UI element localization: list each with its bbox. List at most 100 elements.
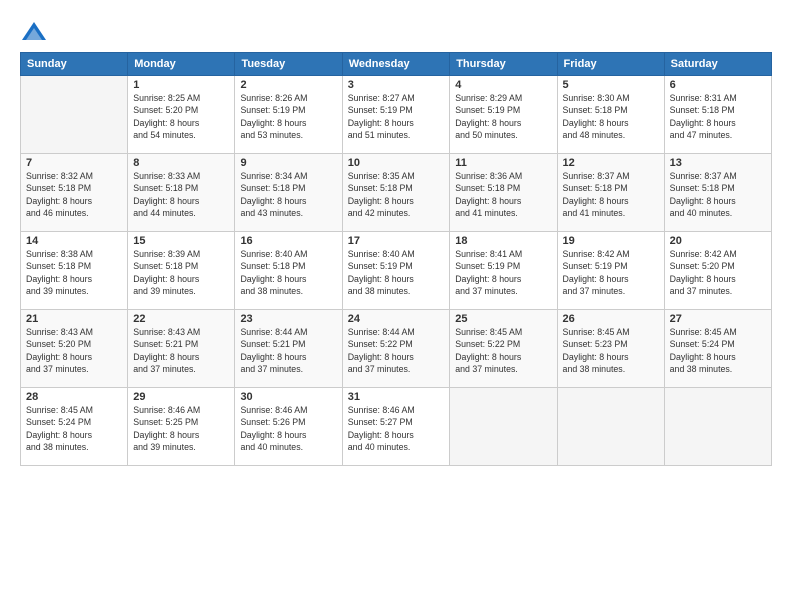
day-info: Sunrise: 8:30 AM Sunset: 5:18 PM Dayligh… <box>563 92 659 141</box>
day-number: 25 <box>455 313 551 325</box>
day-info: Sunrise: 8:42 AM Sunset: 5:19 PM Dayligh… <box>563 248 659 297</box>
week-row-1: 1Sunrise: 8:25 AM Sunset: 5:20 PM Daylig… <box>21 76 772 154</box>
day-number: 11 <box>455 157 551 169</box>
day-number: 6 <box>670 79 766 91</box>
day-info: Sunrise: 8:37 AM Sunset: 5:18 PM Dayligh… <box>563 170 659 219</box>
day-cell: 25Sunrise: 8:45 AM Sunset: 5:22 PM Dayli… <box>450 310 557 388</box>
day-info: Sunrise: 8:29 AM Sunset: 5:19 PM Dayligh… <box>455 92 551 141</box>
day-info: Sunrise: 8:42 AM Sunset: 5:20 PM Dayligh… <box>670 248 766 297</box>
day-cell: 10Sunrise: 8:35 AM Sunset: 5:18 PM Dayli… <box>342 154 450 232</box>
day-info: Sunrise: 8:45 AM Sunset: 5:24 PM Dayligh… <box>26 404 122 453</box>
col-friday: Friday <box>557 53 664 76</box>
day-number: 18 <box>455 235 551 247</box>
day-number: 3 <box>348 79 445 91</box>
day-cell <box>21 76 128 154</box>
day-number: 30 <box>240 391 336 403</box>
day-info: Sunrise: 8:26 AM Sunset: 5:19 PM Dayligh… <box>240 92 336 141</box>
day-info: Sunrise: 8:43 AM Sunset: 5:20 PM Dayligh… <box>26 326 122 375</box>
col-sunday: Sunday <box>21 53 128 76</box>
week-row-3: 14Sunrise: 8:38 AM Sunset: 5:18 PM Dayli… <box>21 232 772 310</box>
header-row: Sunday Monday Tuesday Wednesday Thursday… <box>21 53 772 76</box>
calendar-page: Sunday Monday Tuesday Wednesday Thursday… <box>0 0 792 612</box>
day-cell: 30Sunrise: 8:46 AM Sunset: 5:26 PM Dayli… <box>235 388 342 466</box>
day-info: Sunrise: 8:27 AM Sunset: 5:19 PM Dayligh… <box>348 92 445 141</box>
day-cell: 29Sunrise: 8:46 AM Sunset: 5:25 PM Dayli… <box>128 388 235 466</box>
day-number: 1 <box>133 79 229 91</box>
day-cell: 15Sunrise: 8:39 AM Sunset: 5:18 PM Dayli… <box>128 232 235 310</box>
day-cell: 28Sunrise: 8:45 AM Sunset: 5:24 PM Dayli… <box>21 388 128 466</box>
day-number: 31 <box>348 391 445 403</box>
day-cell: 12Sunrise: 8:37 AM Sunset: 5:18 PM Dayli… <box>557 154 664 232</box>
calendar-table: Sunday Monday Tuesday Wednesday Thursday… <box>20 52 772 466</box>
day-cell: 24Sunrise: 8:44 AM Sunset: 5:22 PM Dayli… <box>342 310 450 388</box>
day-info: Sunrise: 8:43 AM Sunset: 5:21 PM Dayligh… <box>133 326 229 375</box>
day-info: Sunrise: 8:33 AM Sunset: 5:18 PM Dayligh… <box>133 170 229 219</box>
day-info: Sunrise: 8:46 AM Sunset: 5:27 PM Dayligh… <box>348 404 445 453</box>
day-info: Sunrise: 8:44 AM Sunset: 5:22 PM Dayligh… <box>348 326 445 375</box>
day-number: 28 <box>26 391 122 403</box>
day-info: Sunrise: 8:31 AM Sunset: 5:18 PM Dayligh… <box>670 92 766 141</box>
day-info: Sunrise: 8:32 AM Sunset: 5:18 PM Dayligh… <box>26 170 122 219</box>
day-info: Sunrise: 8:25 AM Sunset: 5:20 PM Dayligh… <box>133 92 229 141</box>
day-cell: 19Sunrise: 8:42 AM Sunset: 5:19 PM Dayli… <box>557 232 664 310</box>
day-number: 16 <box>240 235 336 247</box>
day-cell: 5Sunrise: 8:30 AM Sunset: 5:18 PM Daylig… <box>557 76 664 154</box>
col-monday: Monday <box>128 53 235 76</box>
logo-icon <box>20 18 48 46</box>
page-header <box>20 18 772 46</box>
day-number: 23 <box>240 313 336 325</box>
day-cell: 18Sunrise: 8:41 AM Sunset: 5:19 PM Dayli… <box>450 232 557 310</box>
day-number: 29 <box>133 391 229 403</box>
day-info: Sunrise: 8:40 AM Sunset: 5:18 PM Dayligh… <box>240 248 336 297</box>
day-number: 24 <box>348 313 445 325</box>
day-cell: 31Sunrise: 8:46 AM Sunset: 5:27 PM Dayli… <box>342 388 450 466</box>
logo <box>20 18 51 46</box>
day-number: 5 <box>563 79 659 91</box>
day-info: Sunrise: 8:44 AM Sunset: 5:21 PM Dayligh… <box>240 326 336 375</box>
day-number: 10 <box>348 157 445 169</box>
day-info: Sunrise: 8:36 AM Sunset: 5:18 PM Dayligh… <box>455 170 551 219</box>
col-saturday: Saturday <box>664 53 771 76</box>
day-number: 26 <box>563 313 659 325</box>
day-info: Sunrise: 8:45 AM Sunset: 5:23 PM Dayligh… <box>563 326 659 375</box>
day-number: 8 <box>133 157 229 169</box>
week-row-2: 7Sunrise: 8:32 AM Sunset: 5:18 PM Daylig… <box>21 154 772 232</box>
day-cell: 1Sunrise: 8:25 AM Sunset: 5:20 PM Daylig… <box>128 76 235 154</box>
day-info: Sunrise: 8:39 AM Sunset: 5:18 PM Dayligh… <box>133 248 229 297</box>
day-info: Sunrise: 8:45 AM Sunset: 5:24 PM Dayligh… <box>670 326 766 375</box>
day-cell: 16Sunrise: 8:40 AM Sunset: 5:18 PM Dayli… <box>235 232 342 310</box>
day-cell: 17Sunrise: 8:40 AM Sunset: 5:19 PM Dayli… <box>342 232 450 310</box>
day-cell: 8Sunrise: 8:33 AM Sunset: 5:18 PM Daylig… <box>128 154 235 232</box>
day-cell: 11Sunrise: 8:36 AM Sunset: 5:18 PM Dayli… <box>450 154 557 232</box>
calendar-header: Sunday Monday Tuesday Wednesday Thursday… <box>21 53 772 76</box>
day-number: 12 <box>563 157 659 169</box>
day-cell: 21Sunrise: 8:43 AM Sunset: 5:20 PM Dayli… <box>21 310 128 388</box>
day-number: 2 <box>240 79 336 91</box>
day-number: 27 <box>670 313 766 325</box>
day-cell: 20Sunrise: 8:42 AM Sunset: 5:20 PM Dayli… <box>664 232 771 310</box>
day-cell <box>557 388 664 466</box>
day-cell: 23Sunrise: 8:44 AM Sunset: 5:21 PM Dayli… <box>235 310 342 388</box>
day-cell: 7Sunrise: 8:32 AM Sunset: 5:18 PM Daylig… <box>21 154 128 232</box>
day-info: Sunrise: 8:40 AM Sunset: 5:19 PM Dayligh… <box>348 248 445 297</box>
day-cell <box>664 388 771 466</box>
day-info: Sunrise: 8:37 AM Sunset: 5:18 PM Dayligh… <box>670 170 766 219</box>
day-cell: 2Sunrise: 8:26 AM Sunset: 5:19 PM Daylig… <box>235 76 342 154</box>
day-cell: 13Sunrise: 8:37 AM Sunset: 5:18 PM Dayli… <box>664 154 771 232</box>
week-row-4: 21Sunrise: 8:43 AM Sunset: 5:20 PM Dayli… <box>21 310 772 388</box>
day-number: 22 <box>133 313 229 325</box>
day-cell <box>450 388 557 466</box>
day-number: 20 <box>670 235 766 247</box>
day-cell: 4Sunrise: 8:29 AM Sunset: 5:19 PM Daylig… <box>450 76 557 154</box>
day-info: Sunrise: 8:38 AM Sunset: 5:18 PM Dayligh… <box>26 248 122 297</box>
day-cell: 9Sunrise: 8:34 AM Sunset: 5:18 PM Daylig… <box>235 154 342 232</box>
day-number: 17 <box>348 235 445 247</box>
day-number: 9 <box>240 157 336 169</box>
day-info: Sunrise: 8:46 AM Sunset: 5:25 PM Dayligh… <box>133 404 229 453</box>
day-number: 7 <box>26 157 122 169</box>
day-info: Sunrise: 8:35 AM Sunset: 5:18 PM Dayligh… <box>348 170 445 219</box>
day-info: Sunrise: 8:45 AM Sunset: 5:22 PM Dayligh… <box>455 326 551 375</box>
day-number: 13 <box>670 157 766 169</box>
day-cell: 22Sunrise: 8:43 AM Sunset: 5:21 PM Dayli… <box>128 310 235 388</box>
day-number: 15 <box>133 235 229 247</box>
